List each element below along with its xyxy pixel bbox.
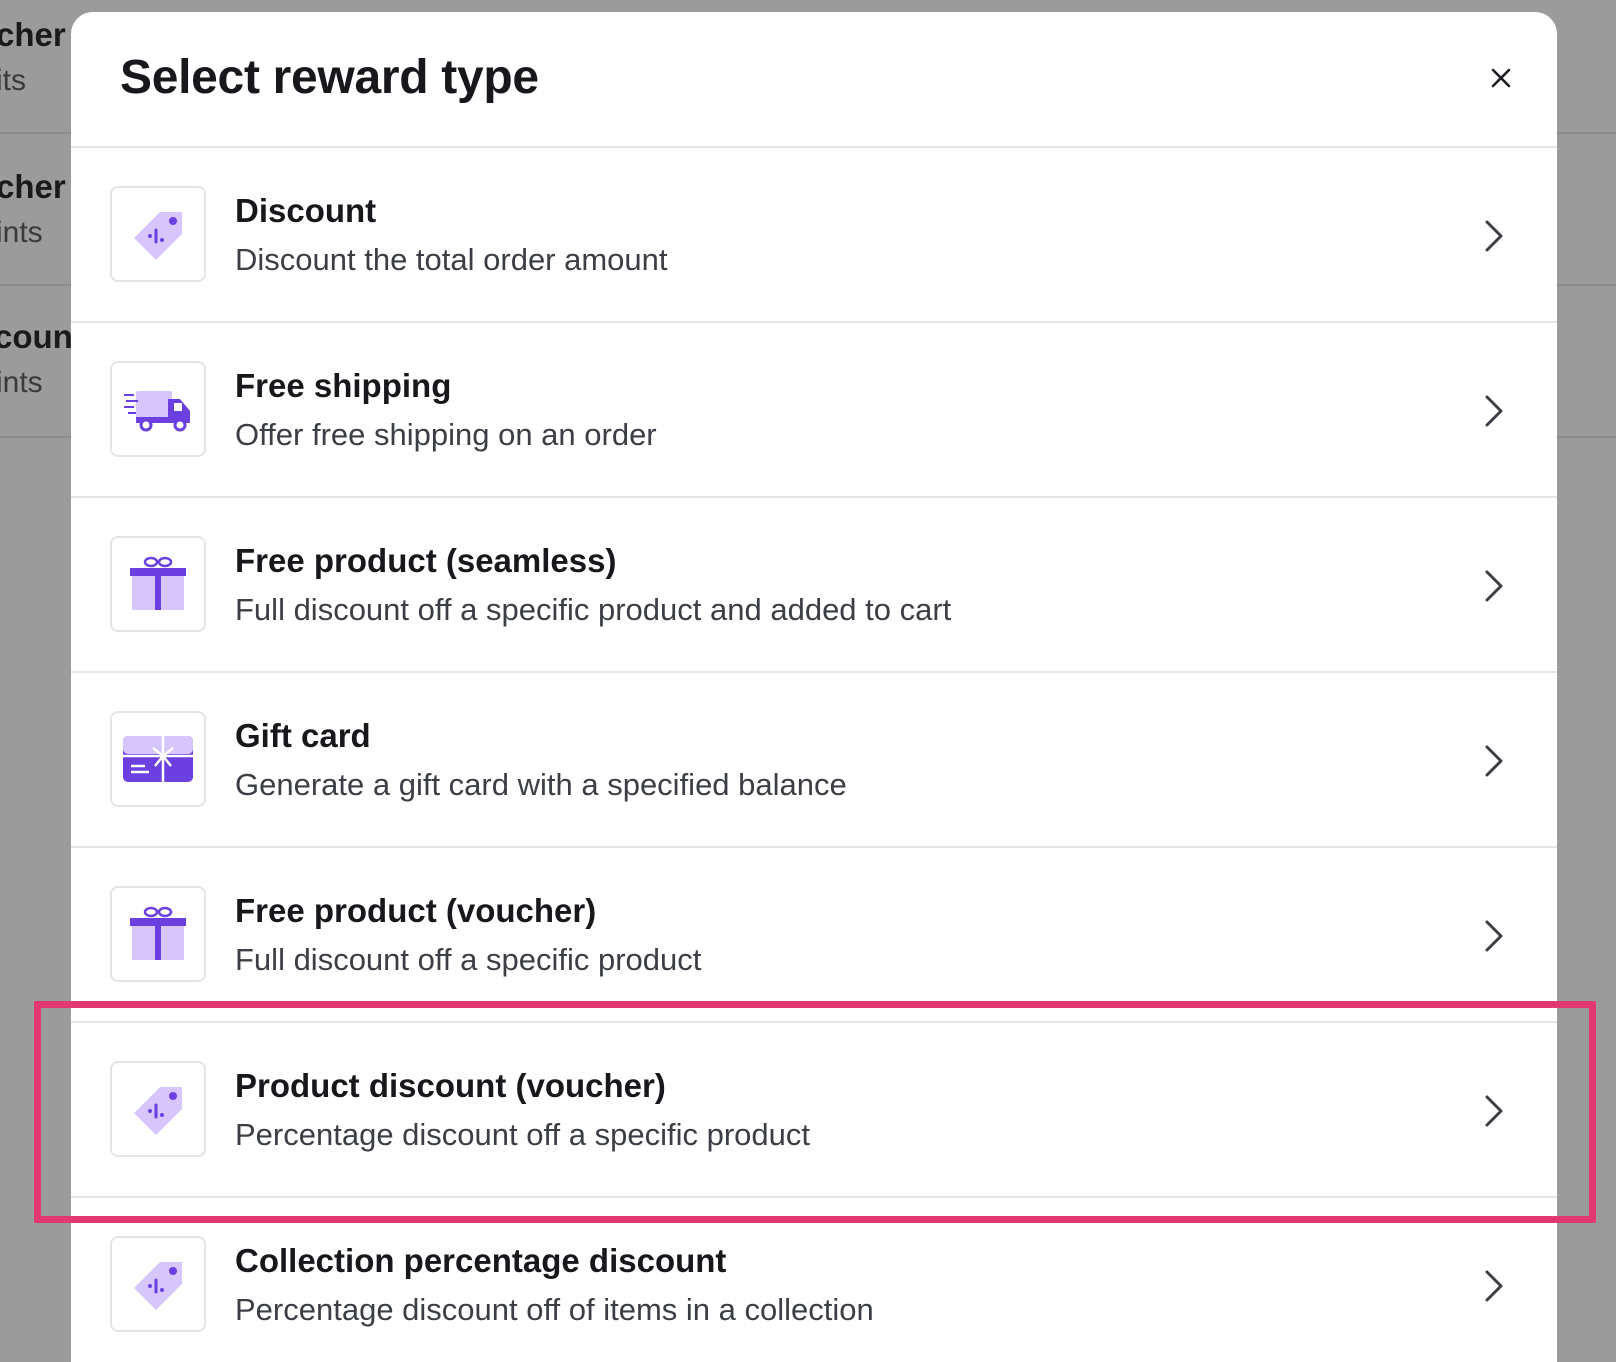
option-description: Percentage discount off a specific produ… (235, 1117, 810, 1152)
gift-box-icon (130, 556, 186, 610)
price-tag-icon (134, 212, 182, 260)
background-row-subtitle: its (0, 64, 26, 97)
option-title: Free shipping (235, 367, 452, 404)
option-title: Collection percentage discount (235, 1242, 727, 1279)
option-description: Offer free shipping on an order (235, 417, 657, 452)
modal-title: Select reward type (120, 51, 539, 104)
option-title: Gift card (235, 717, 371, 754)
option-free-shipping[interactable]: Free shipping Offer free shipping on an … (71, 323, 1557, 498)
reward-type-modal: Select reward type Discount Discount the… (71, 12, 1557, 1362)
background-row-title: cher (0, 16, 66, 53)
option-description: Generate a gift card with a specified ba… (235, 767, 847, 802)
option-product-discount-voucher[interactable]: Product discount (voucher) Percentage di… (71, 1023, 1557, 1198)
background-row-subtitle: ints (0, 216, 43, 249)
chevron-right-icon (1479, 566, 1509, 606)
option-title: Discount (235, 192, 377, 229)
delivery-truck-icon (124, 391, 190, 432)
modal-header: Select reward type (71, 12, 1557, 148)
option-description: Percentage discount off of items in a co… (235, 1292, 874, 1327)
option-description: Discount the total order amount (235, 242, 668, 277)
option-icon-box (110, 186, 206, 282)
background-row-subtitle: ints (0, 366, 43, 399)
option-title: Product discount (voucher) (235, 1067, 666, 1104)
chevron-right-icon (1479, 1266, 1509, 1306)
chevron-right-icon (1479, 1091, 1509, 1131)
option-icon-box (110, 536, 206, 632)
option-description: Full discount off a specific product and… (235, 592, 952, 627)
chevron-right-icon (1479, 741, 1509, 781)
option-title: Free product (voucher) (235, 892, 597, 929)
close-icon (1491, 68, 1511, 88)
price-tag-icon (134, 1087, 182, 1135)
chevron-right-icon (1479, 391, 1509, 431)
background-row-title: cher (0, 168, 66, 205)
close-button[interactable] (1479, 56, 1523, 100)
option-icon-box (110, 361, 206, 457)
gift-box-icon (130, 906, 186, 960)
option-description: Full discount off a specific product (235, 942, 702, 977)
option-free-product-voucher[interactable]: Free product (voucher) Full discount off… (71, 848, 1557, 1023)
option-icon-box (110, 711, 206, 807)
option-collection-percentage-discount[interactable]: Collection percentage discount Percentag… (71, 1198, 1557, 1362)
price-tag-icon (134, 1262, 182, 1310)
option-icon-box (110, 1061, 206, 1157)
option-title: Free product (seamless) (235, 542, 617, 579)
option-discount[interactable]: Discount Discount the total order amount (71, 148, 1557, 323)
option-gift-card[interactable]: Gift card Generate a gift card with a sp… (71, 673, 1557, 848)
option-free-product-seamless[interactable]: Free product (seamless) Full discount of… (71, 498, 1557, 673)
option-icon-box (110, 886, 206, 982)
chevron-right-icon (1479, 916, 1509, 956)
chevron-right-icon (1479, 216, 1509, 256)
option-icon-box (110, 1236, 206, 1332)
gift-card-icon (123, 736, 193, 782)
